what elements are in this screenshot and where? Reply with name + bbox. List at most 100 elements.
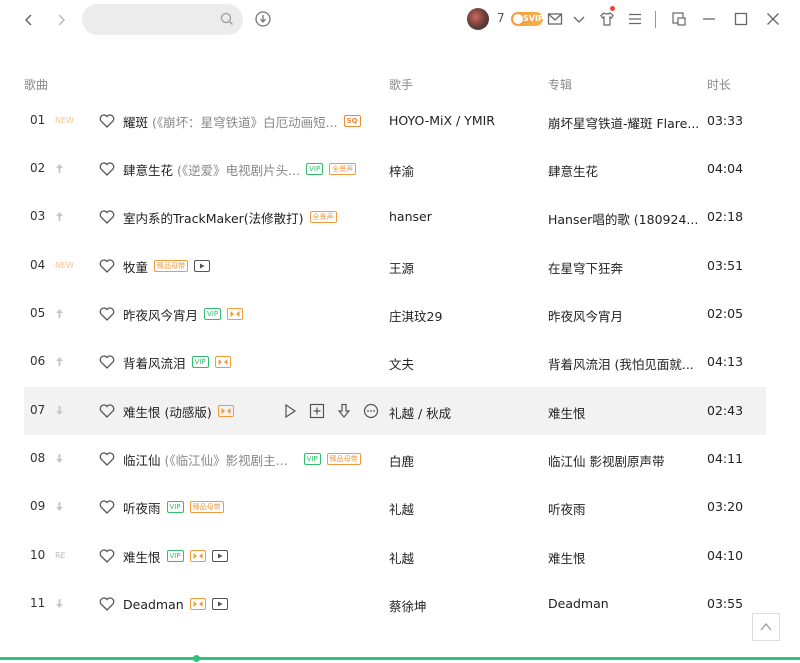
column-header-album[interactable]: 专辑	[548, 76, 572, 93]
album-link[interactable]: Hanser唱的歌 (180924...	[548, 209, 698, 228]
quality-tag: 臻品母带	[326, 453, 361, 465]
artist-link[interactable]: HOYO-MiX / YMIR	[389, 113, 495, 128]
table-row[interactable]: 09 听夜雨 VIP 臻品母带 礼越 听夜雨 03:20	[24, 483, 766, 531]
dropdown-button[interactable]	[570, 10, 588, 28]
table-row[interactable]: 06 背着风流泪 VIP 文夫 背着风流泪 (我怕见面就... 04:13	[24, 338, 766, 386]
voice-search-icon[interactable]	[254, 10, 272, 28]
mv-icon[interactable]	[211, 550, 228, 562]
mini-mode-button[interactable]	[670, 10, 688, 28]
song-title[interactable]: 难生恨 (动感版)	[123, 402, 212, 421]
table-row[interactable]: 05 昨夜风今宵月 VIP 庄淇玟29 昨夜风今宵月 02:05	[24, 290, 766, 338]
song-title-cell[interactable]: 临江仙 (《临江仙》影视剧主... VIP 臻品母带	[123, 449, 361, 469]
mv-icon[interactable]	[194, 260, 211, 272]
search-input[interactable]	[94, 10, 214, 29]
song-title-cell[interactable]: Deadman	[123, 594, 228, 614]
song-title[interactable]: 牧童	[123, 257, 148, 276]
album-link[interactable]: 临江仙 影视剧原声带	[548, 451, 664, 470]
mv-icon[interactable]	[211, 598, 228, 610]
progress-knob[interactable]	[193, 655, 200, 662]
heart-icon[interactable]	[98, 450, 116, 468]
heart-icon[interactable]	[98, 160, 116, 178]
avatar[interactable]	[467, 8, 489, 30]
song-subtitle: (《崩坏：星穹铁道》白厄动画短...	[152, 114, 338, 130]
artist-link[interactable]: 礼越	[389, 499, 414, 518]
back-to-top-button[interactable]	[752, 613, 780, 641]
song-title-cell[interactable]: 室内系的TrackMaker(法修散打) 全景声	[123, 207, 337, 227]
maximize-button[interactable]	[732, 10, 750, 28]
album-link[interactable]: 背着风流泪 (我怕见面就...	[548, 354, 694, 373]
artist-link[interactable]: 白鹿	[389, 451, 414, 470]
song-title-cell[interactable]: 背着风流泪 VIP	[123, 352, 231, 372]
artist-link[interactable]: 庄淇玟29	[389, 306, 442, 325]
table-row[interactable]: 01 NEW 耀斑 (《崩坏：星穹铁道》白厄动画短... SQ HOYO-MiX…	[24, 97, 766, 145]
heart-icon[interactable]	[98, 305, 116, 323]
vip-badge[interactable]: SVIP	[511, 12, 544, 26]
column-header-song[interactable]: 歌曲	[24, 76, 48, 93]
search-icon[interactable]	[220, 12, 234, 26]
more-button[interactable]	[361, 401, 380, 420]
skin-button[interactable]	[598, 10, 616, 28]
heart-icon[interactable]	[98, 208, 116, 226]
table-row[interactable]: 03 室内系的TrackMaker(法修散打) 全景声 hanser Hanse…	[24, 193, 766, 241]
artist-link[interactable]: 文夫	[389, 354, 414, 373]
artist-link[interactable]: 蔡徐坤	[389, 596, 427, 615]
album-link[interactable]: 难生恨	[548, 403, 586, 422]
heart-icon[interactable]	[98, 112, 116, 130]
heart-icon[interactable]	[98, 547, 116, 565]
artist-link[interactable]: 礼越	[389, 548, 414, 567]
column-header-artist[interactable]: 歌手	[389, 76, 413, 93]
menu-button[interactable]	[626, 10, 644, 28]
table-row-hovered[interactable]: 07 难生恨 (动感版) 礼越 / 秋成 难生恨 02:43	[24, 387, 766, 435]
song-title-cell[interactable]: 听夜雨 VIP 臻品母带	[123, 497, 224, 517]
album-link[interactable]: 昨夜风今宵月	[548, 306, 623, 325]
song-title[interactable]: 室内系的TrackMaker(法修散打)	[123, 208, 304, 227]
song-title-cell[interactable]: 肆意生花 (《逆爱》电视剧片头... VIP 全景声	[123, 159, 357, 179]
song-title[interactable]: 听夜雨	[123, 498, 161, 517]
mail-button[interactable]	[546, 10, 564, 28]
song-title-cell[interactable]: 难生恨 VIP	[123, 546, 228, 566]
song-title[interactable]: 临江仙	[123, 450, 161, 469]
column-header-duration[interactable]: 时长	[707, 76, 731, 93]
album-link[interactable]: 在星穹下狂奔	[548, 258, 623, 277]
album-link[interactable]: 崩坏星穹铁道-耀斑 Flare...	[548, 113, 699, 132]
album-link[interactable]: 难生恨	[548, 548, 586, 567]
song-title-cell[interactable]: 耀斑 (《崩坏：星穹铁道》白厄动画短... SQ	[123, 111, 361, 131]
table-row[interactable]: 04 NEW 牧童 臻品母带 王源 在星穹下狂奔 03:51	[24, 242, 766, 290]
forward-button[interactable]	[51, 10, 71, 30]
table-row[interactable]: 10 RE 难生恨 VIP 礼越 难生恨 04:10	[24, 532, 766, 580]
album-link[interactable]: 肆意生花	[548, 161, 598, 180]
album-link[interactable]: Deadman	[548, 596, 609, 611]
album-link[interactable]: 听夜雨	[548, 499, 586, 518]
song-title[interactable]: 耀斑	[123, 112, 148, 131]
table-row[interactable]: 02 肆意生花 (《逆爱》电视剧片头... VIP 全景声 梓渝 肆意生花 04…	[24, 145, 766, 193]
song-title[interactable]: Deadman	[123, 597, 184, 612]
artist-link[interactable]: 礼越 / 秋成	[389, 403, 451, 422]
heart-icon[interactable]	[98, 595, 116, 613]
mini-mode-icon	[672, 12, 686, 26]
heart-icon[interactable]	[98, 353, 116, 371]
song-title-cell[interactable]: 昨夜风今宵月 VIP	[123, 304, 244, 324]
playback-progress-bar[interactable]	[0, 655, 800, 662]
table-row[interactable]: 11 Deadman 蔡徐坤 Deadman 03:55	[24, 580, 766, 628]
row-number: 05	[30, 306, 46, 320]
song-title[interactable]: 肆意生花	[123, 160, 173, 179]
back-button[interactable]	[19, 10, 39, 30]
artist-link[interactable]: 王源	[389, 258, 414, 277]
song-title[interactable]: 昨夜风今宵月	[123, 305, 198, 324]
song-title-cell[interactable]: 牧童 臻品母带	[123, 256, 211, 276]
close-button[interactable]	[764, 10, 782, 28]
search-box[interactable]	[82, 4, 243, 35]
minimize-button[interactable]	[700, 10, 718, 28]
song-title[interactable]: 背着风流泪	[123, 353, 186, 372]
artist-link[interactable]: hanser	[389, 209, 432, 224]
heart-icon[interactable]	[98, 402, 116, 420]
table-row[interactable]: 08 临江仙 (《临江仙》影视剧主... VIP 臻品母带 白鹿 临江仙 影视剧…	[24, 435, 766, 483]
heart-icon[interactable]	[98, 257, 116, 275]
heart-icon[interactable]	[98, 498, 116, 516]
artist-link[interactable]: 梓渝	[389, 161, 414, 180]
song-title[interactable]: 难生恨	[123, 547, 161, 566]
play-button[interactable]	[280, 401, 299, 420]
download-button[interactable]	[334, 401, 353, 420]
song-title-cell[interactable]: 难生恨 (动感版)	[123, 401, 234, 421]
add-to-playlist-button[interactable]	[307, 401, 326, 420]
